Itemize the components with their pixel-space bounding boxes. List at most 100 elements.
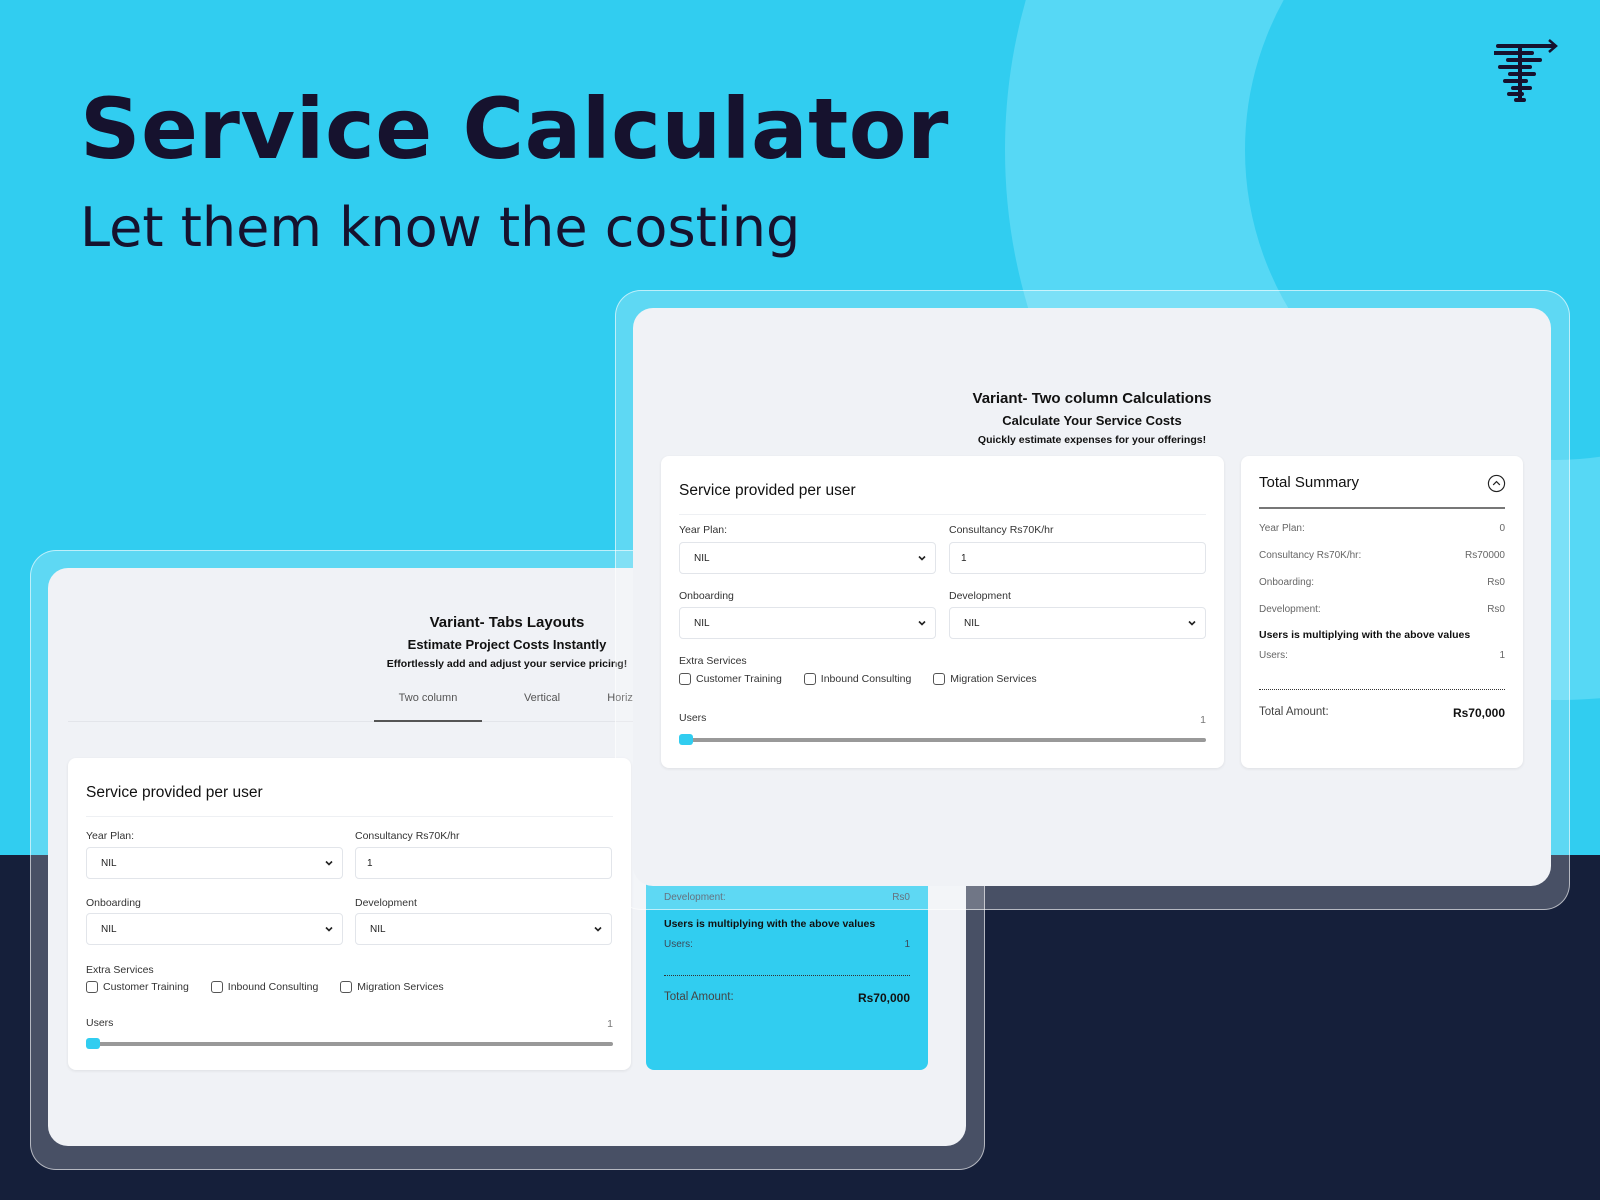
chevron-down-icon — [918, 555, 926, 561]
development-value: NIL — [964, 617, 980, 629]
form-title: Service provided per user — [86, 784, 263, 801]
inbound-consulting-checkbox[interactable]: Inbound Consulting — [210, 981, 319, 993]
customer-training-checkbox[interactable]: Customer Training — [679, 673, 782, 685]
development-label: Development — [949, 590, 1011, 602]
extra-services-group: Customer Training Inbound Consulting Mig… — [679, 673, 1037, 685]
inbound-consulting-checkbox[interactable]: Inbound Consulting — [803, 673, 912, 685]
total-value: Rs70,000 — [857, 991, 910, 1005]
onboarding-label: Onboarding — [679, 590, 734, 602]
row-label: Year Plan: — [1259, 523, 1305, 534]
hero-subtitle: Let them know the costing — [80, 196, 801, 259]
migration-services-checkbox[interactable]: Migration Services — [933, 673, 1037, 685]
chevron-down-icon — [325, 860, 333, 866]
consultancy-input[interactable]: 1 — [949, 542, 1206, 574]
row-label: Users: — [664, 939, 693, 950]
summary-total-row: Total Amount: Rs70,000 — [664, 991, 910, 1005]
development-value: NIL — [370, 923, 386, 935]
users-slider-thumb[interactable] — [86, 1038, 100, 1049]
year-plan-select[interactable]: NIL — [86, 847, 343, 879]
consultancy-label: Consultancy Rs70K/hr — [355, 830, 460, 842]
summary-year-plan-row: Year Plan: 0 — [1259, 523, 1505, 534]
consultancy-label: Consultancy Rs70K/hr — [949, 524, 1054, 536]
chevron-down-icon — [918, 620, 926, 626]
checkbox-box[interactable] — [679, 673, 691, 685]
row-label: Consultancy Rs70K/hr: — [1259, 550, 1362, 561]
year-plan-select[interactable]: NIL — [679, 542, 936, 574]
total-summary-card: Total Summary Year Plan: 0 Consultancy R… — [1241, 456, 1523, 768]
extra-services-label: Extra Services — [679, 655, 747, 667]
summary-note: Users is multiplying with the above valu… — [1259, 629, 1471, 641]
onboarding-select[interactable]: NIL — [86, 913, 343, 945]
checkbox-box[interactable] — [86, 981, 98, 993]
year-plan-label: Year Plan: — [679, 524, 728, 536]
consultancy-value: 1 — [961, 552, 967, 564]
summary-note: Users is multiplying with the above valu… — [664, 918, 876, 930]
extra-services-group: Customer Training Inbound Consulting Mig… — [86, 981, 444, 993]
brand-arrow-logo-icon — [1494, 39, 1558, 102]
summary-rule — [1259, 507, 1505, 509]
two-column-header: Variant- Two column Calculations Calcula… — [633, 390, 1551, 446]
checkbox-box[interactable] — [933, 673, 946, 685]
summary-title: Total Summary — [1259, 474, 1360, 491]
row-value: Rs0 — [1487, 604, 1505, 615]
row-value: 1 — [1499, 650, 1505, 661]
year-plan-label: Year Plan: — [86, 830, 135, 842]
variant-tagline: Quickly estimate expenses for your offer… — [977, 434, 1207, 446]
total-label: Total Amount: — [1259, 706, 1329, 718]
total-label: Total Amount: — [664, 991, 734, 1003]
service-form-card: Service provided per user Year Plan: NIL… — [661, 456, 1224, 768]
checkbox-box[interactable] — [340, 981, 353, 993]
row-label: Development: — [1259, 604, 1321, 615]
active-tab-indicator — [374, 720, 482, 722]
consultancy-value: 1 — [367, 857, 373, 869]
row-label: Onboarding: — [1259, 577, 1315, 588]
users-slider[interactable] — [679, 738, 1206, 742]
development-select[interactable]: NIL — [949, 607, 1206, 639]
year-plan-value: NIL — [101, 857, 117, 869]
divider — [679, 514, 1206, 515]
service-form-card: Service provided per user Year Plan: NIL… — [68, 758, 631, 1070]
two-column-variant-panel: Variant- Two column Calculations Calcula… — [633, 308, 1551, 886]
onboarding-value: NIL — [694, 617, 710, 629]
development-label: Development — [355, 897, 417, 909]
variant-heading: Variant- Two column Calculations — [972, 390, 1212, 407]
summary-dotted-divider — [664, 975, 910, 976]
migration-services-checkbox[interactable]: Migration Services — [340, 981, 444, 993]
summary-users-row: Users: 1 — [664, 939, 910, 950]
tab-two-column[interactable]: Two column — [374, 692, 482, 704]
form-title: Service provided per user — [679, 482, 856, 499]
development-select[interactable]: NIL — [355, 913, 612, 945]
row-value: 1 — [904, 939, 910, 950]
users-value: 1 — [607, 1018, 613, 1030]
summary-total-row: Total Amount: Rs70,000 — [1259, 706, 1505, 720]
consultancy-input[interactable]: 1 — [355, 847, 612, 879]
summary-development-row: Development: Rs0 — [1259, 604, 1505, 615]
users-slider-thumb[interactable] — [679, 734, 693, 745]
users-slider[interactable] — [86, 1042, 613, 1046]
checkbox-label: Customer Training — [103, 981, 189, 993]
chevron-down-icon — [325, 926, 333, 932]
chevron-up-circle-icon[interactable] — [1487, 474, 1506, 493]
row-value: 0 — [1499, 523, 1505, 534]
checkbox-label: Customer Training — [696, 673, 782, 685]
users-label: Users — [86, 1017, 114, 1029]
divider — [86, 816, 613, 817]
checkbox-box[interactable] — [803, 673, 816, 685]
year-plan-value: NIL — [694, 552, 710, 564]
checkbox-label: Migration Services — [950, 673, 1037, 685]
checkbox-label: Inbound Consulting — [820, 673, 912, 685]
chevron-down-icon — [1188, 620, 1196, 626]
checkbox-box[interactable] — [210, 981, 223, 993]
checkbox-label: Inbound Consulting — [227, 981, 319, 993]
row-value: Rs70000 — [1464, 550, 1505, 561]
users-label: Users — [679, 712, 707, 724]
checkbox-label: Migration Services — [357, 981, 444, 993]
total-value: Rs70,000 — [1452, 706, 1505, 720]
summary-dotted-divider — [1259, 689, 1505, 690]
customer-training-checkbox[interactable]: Customer Training — [86, 981, 189, 993]
row-label: Users: — [1259, 650, 1288, 661]
onboarding-select[interactable]: NIL — [679, 607, 936, 639]
hero-title: Service Calculator — [80, 80, 949, 178]
summary-consultancy-row: Consultancy Rs70K/hr: Rs70000 — [1259, 550, 1505, 561]
summary-onboarding-row: Onboarding: Rs0 — [1259, 577, 1505, 588]
